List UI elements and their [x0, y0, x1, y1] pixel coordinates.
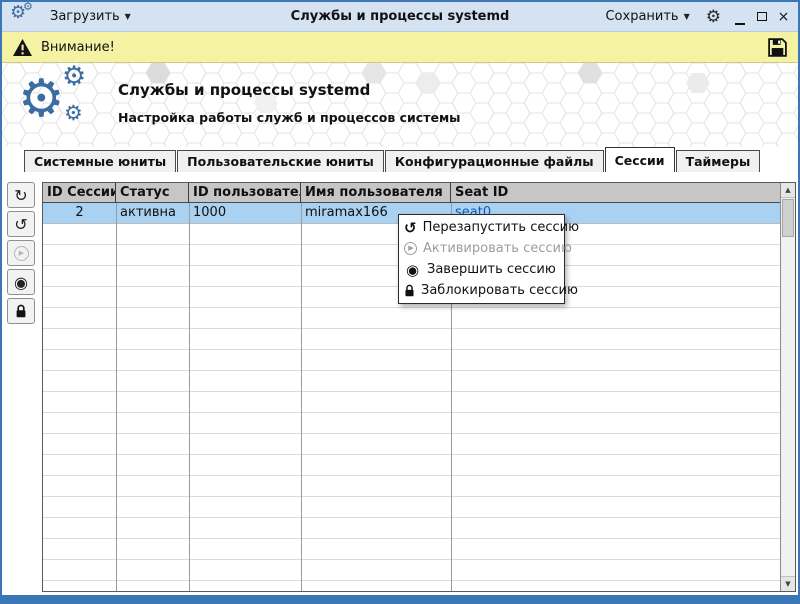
- save-button[interactable]: Сохранить ▼: [601, 6, 693, 27]
- maximize-button[interactable]: [755, 10, 768, 24]
- refresh-button[interactable]: ↻: [7, 182, 35, 208]
- gear-icon: ⚙: [64, 101, 83, 125]
- play-icon: ▶: [13, 245, 29, 261]
- menu-item-label: Заблокировать сессию: [421, 283, 578, 298]
- gear-icon: ⚙: [23, 0, 33, 13]
- settings-gear-icon[interactable]: ⚙: [706, 7, 721, 27]
- menu-item-lock-session[interactable]: Заблокировать сессию: [399, 280, 578, 301]
- record-icon: ◉: [14, 272, 28, 292]
- cell-status: активна: [120, 205, 176, 220]
- load-button[interactable]: Загрузить ▼: [46, 6, 135, 27]
- menu-item-activate-session: ▶ Активировать сессию: [399, 238, 572, 259]
- restart-session-button[interactable]: ↺: [7, 211, 35, 237]
- warning-icon: [13, 38, 32, 56]
- cell-user-id: 1000: [193, 205, 227, 220]
- scrollbar-thumb[interactable]: [782, 199, 794, 237]
- vertical-scrollbar[interactable]: ▲ ▼: [780, 183, 795, 591]
- column-header-seat-id[interactable]: Seat ID: [451, 183, 780, 202]
- activate-session-button[interactable]: ▶: [7, 240, 35, 266]
- menu-item-label: Завершить сессию: [427, 262, 556, 277]
- lock-icon: [404, 284, 415, 297]
- table-header-row: ID Сессии Статус ID пользователя Имя пол…: [43, 183, 780, 203]
- gear-icon: ⚙: [62, 63, 87, 92]
- app-gears-icon: ⚙ ⚙: [10, 2, 36, 28]
- play-icon: ▶: [404, 242, 417, 255]
- cell-session-id: 2: [75, 205, 84, 220]
- maximize-icon: [756, 11, 767, 21]
- menu-item-restart-session[interactable]: ↺ Перезапустить сессию: [399, 217, 579, 238]
- refresh-icon: ↻: [14, 185, 28, 205]
- menu-item-label: Активировать сессию: [423, 241, 572, 256]
- save-button-label: Сохранить: [605, 9, 679, 24]
- column-header-user-name[interactable]: Имя пользователя: [301, 183, 451, 202]
- menu-item-label: Перезапустить сессию: [422, 220, 580, 235]
- header-gears-icon: ⚙ ⚙ ⚙: [18, 63, 104, 143]
- column-divider: [116, 203, 117, 591]
- window-controls: ×: [733, 10, 790, 25]
- scroll-down-button[interactable]: ▼: [781, 576, 795, 591]
- gear-icon: ⚙: [18, 69, 65, 129]
- lock-session-button[interactable]: [7, 298, 35, 324]
- tab-bar: Системные юниты Пользовательские юниты К…: [2, 147, 798, 172]
- column-divider: [301, 203, 302, 591]
- arrow-up-icon: ▲: [785, 186, 791, 194]
- minimize-button[interactable]: [733, 10, 746, 25]
- lock-icon: [16, 304, 26, 318]
- context-menu: ↺ Перезапустить сессию ▶ Активировать се…: [398, 214, 579, 304]
- tab-config-files[interactable]: Конфигурационные файлы: [384, 150, 604, 172]
- terminate-session-button[interactable]: ◉: [7, 269, 35, 295]
- tab-system-units[interactable]: Системные юниты: [24, 150, 177, 172]
- restart-icon: ↺: [14, 214, 28, 234]
- chevron-down-icon: ▼: [124, 12, 131, 21]
- save-file-icon[interactable]: [767, 37, 788, 58]
- warning-text: Внимание!: [41, 39, 115, 55]
- arrow-down-icon: ▼: [785, 580, 791, 588]
- menu-item-terminate-session[interactable]: ◉ Завершить сессию: [399, 259, 564, 280]
- column-header-status[interactable]: Статус: [116, 183, 189, 202]
- tab-user-units[interactable]: Пользовательские юниты: [177, 150, 384, 172]
- tab-sessions[interactable]: Сессии: [604, 147, 675, 172]
- minimize-icon: [734, 22, 745, 25]
- titlebar: ⚙ ⚙ Загрузить ▼ Службы и процессы system…: [2, 2, 798, 32]
- column-header-session-id[interactable]: ID Сессии: [43, 183, 116, 202]
- chevron-down-icon: ▼: [683, 12, 690, 21]
- session-toolbar: ↻ ↺ ▶ ◉: [7, 182, 35, 324]
- page-header: ⚙ ⚙ ⚙ Службы и процессы systemd Настройк…: [2, 63, 798, 147]
- column-divider: [189, 203, 190, 591]
- page-title: Службы и процессы systemd: [118, 81, 371, 99]
- page-subtitle: Настройка работы служб и процессов систе…: [118, 110, 461, 125]
- close-button[interactable]: ×: [777, 10, 790, 24]
- tab-timers[interactable]: Таймеры: [675, 150, 761, 172]
- record-icon: ◉: [405, 260, 420, 279]
- restart-icon: ↺: [404, 218, 417, 237]
- load-button-label: Загрузить: [50, 9, 120, 24]
- column-header-user-id[interactable]: ID пользователя: [189, 183, 301, 202]
- app-window: ⚙ ⚙ Загрузить ▼ Службы и процессы system…: [0, 0, 800, 604]
- warning-bar: Внимание!: [2, 32, 798, 63]
- scroll-up-button[interactable]: ▲: [781, 183, 795, 198]
